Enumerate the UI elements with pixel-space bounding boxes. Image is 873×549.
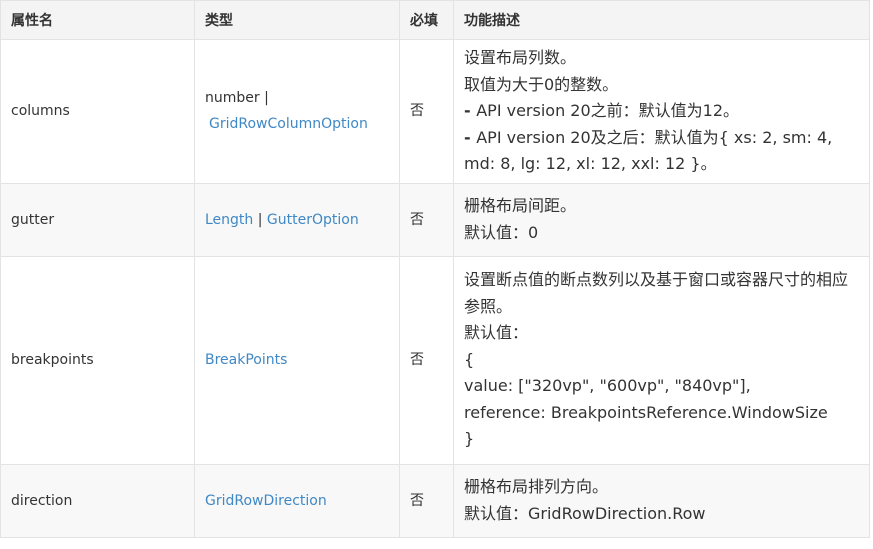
cell-name: gutter [0,182,195,257]
cell-description: 栅格布局间距。 默认值：0 [453,182,870,257]
cell-type: Length | GutterOption [194,182,400,257]
description-line: 默认值：GridRowDirection.Row [464,503,706,523]
description-line: 设置布局列数。 [464,48,577,67]
cell-name: direction [0,463,195,538]
description-text: API version 20及之后：默认值为{ xs: 2, sm: 4, md… [464,127,833,174]
cell-type: number | GridRowColumnOption [194,39,400,184]
table-row-gutter: gutter Length | GutterOption 否 栅格布局间距。 默… [0,182,870,257]
properties-table: 属性名 类型 必填 功能描述 columns number | GridRowC… [0,0,870,538]
cell-name: breakpoints [0,255,195,465]
description-line: reference: BreakpointsReference.WindowSi… [464,402,828,422]
type-link-gridrowcolumnoption[interactable]: GridRowColumnOption [209,116,368,132]
description-line: value: ["320vp", "600vp", "840vp"], [464,376,751,396]
table-header: 属性名 类型 必填 功能描述 [0,0,870,40]
table-row-breakpoints: breakpoints BreakPoints 否 设置断点值的断点数列以及基于… [0,255,870,465]
cell-required: 否 [399,182,454,257]
bullet-marker: - [464,101,477,120]
description-line: - API version 20之前：默认值为12。 [464,98,859,125]
header-name: 属性名 [0,0,195,40]
cell-description: 设置断点值的断点数列以及基于窗口或容器尺寸的相应参照。 默认值： { value… [453,255,870,465]
type-link-gutteroption[interactable]: GutterOption [267,212,359,228]
header-row: 属性名 类型 必填 功能描述 [0,0,870,40]
description-text: API version 20之前：默认值为12。 [476,101,740,120]
cell-description: 设置布局列数。 取值为大于0的整数。 - API version 20之前：默认… [453,39,870,184]
cell-description: 栅格布局排列方向。 默认值：GridRowDirection.Row [453,463,870,538]
cell-required: 否 [399,39,454,184]
bullet-marker: - [464,127,477,147]
description-line: } [464,429,475,449]
table-body: columns number | GridRowColumnOption 否 设… [0,39,870,538]
type-link-gridrowdirection[interactable]: GridRowDirection [205,493,327,509]
cell-type: GridRowDirection [194,463,400,538]
type-link-length[interactable]: Length [205,212,253,228]
description-line: 取值为大于0的整数。 [464,74,619,94]
description-line: 栅格布局排列方向。 [464,477,609,496]
description-line: 设置断点值的断点数列以及基于窗口或容器尺寸的相应参照。 [464,270,849,316]
table-row-direction: direction GridRowDirection 否 栅格布局排列方向。 默… [0,463,870,538]
cell-type: BreakPoints [194,255,400,465]
cell-required: 否 [399,255,454,465]
description-line: { [464,349,475,369]
cell-name: columns [0,39,195,184]
cell-required: 否 [399,463,454,538]
table-row-columns: columns number | GridRowColumnOption 否 设… [0,39,870,184]
header-description: 功能描述 [453,0,870,40]
description-line: 默认值：0 [464,222,539,242]
type-prefix: number | [205,90,269,107]
description-line: 栅格布局间距。 [464,196,577,215]
type-separator: | [253,211,267,228]
header-required: 必填 [399,0,454,40]
description-line: - API version 20及之后：默认值为{ xs: 2, sm: 4, … [464,125,859,178]
header-type: 类型 [194,0,400,40]
description-line: 默认值： [464,323,529,343]
type-link-breakpoints[interactable]: BreakPoints [205,352,287,368]
